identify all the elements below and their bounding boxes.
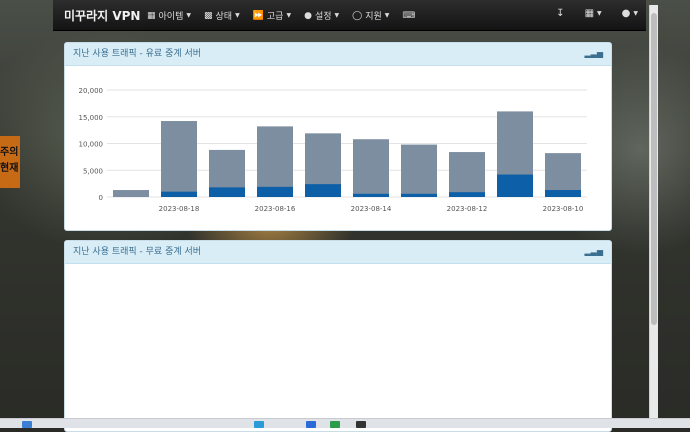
user-menu-icon: ● — [621, 8, 631, 19]
menu-item-support[interactable]: ◯ 지원 ▼ — [352, 9, 390, 23]
bar-paid — [497, 174, 533, 197]
headphones-icon: ◯ — [352, 10, 363, 21]
menu-item-advanced[interactable]: ⏩ 고급 ▼ — [252, 9, 292, 23]
bar-chart-icon: ▩ — [203, 10, 213, 21]
bar-paid — [449, 192, 485, 197]
caret-down-icon: ▼ — [633, 10, 638, 17]
menu-item-label: 지원 — [365, 12, 382, 22]
menu-item-keyboard[interactable]: ⌨ — [402, 9, 418, 22]
x-tick-label: 2023-08-14 — [351, 205, 392, 213]
free-relay-traffic-panel: 지난 사용 트래픽 - 무료 중계 서버 ▂▃▅ — [64, 240, 612, 432]
bar-total — [113, 190, 149, 197]
y-tick-label: 5,000 — [83, 167, 103, 175]
grid-menu-button[interactable]: ▦ ▼ — [585, 8, 602, 19]
bar-total — [161, 121, 197, 197]
caret-down-icon: ▼ — [334, 12, 340, 19]
y-tick-label: 10,000 — [79, 141, 104, 149]
menu-item-settings[interactable]: ● 설정 ▼ — [304, 9, 340, 23]
nav-menu: ▦ 아이템 ▼ ▩ 상태 ▼ ⏩ 고급 ▼ ● 설정 ▼ ◯ 지원 ▼ ⌨ — [147, 9, 431, 23]
bar-total — [449, 152, 485, 197]
bar-paid — [257, 186, 293, 197]
download-button[interactable]: ↧ — [556, 8, 564, 19]
traffic-bar-chart: 0 5,000 10,000 15,000 20,000 2023-08-18 2023-0… — [79, 87, 587, 213]
bar-total — [353, 139, 389, 197]
bar-paid — [209, 187, 245, 197]
menu-item-label: 고급 — [266, 12, 284, 22]
panel-header: 지난 사용 트래픽 - 무료 중계 서버 ▂▃▅ — [65, 241, 611, 264]
caret-down-icon: ▼ — [235, 12, 240, 19]
caret-down-icon: ▼ — [286, 12, 292, 19]
side-notice-tab[interactable]: 주의 현재 — [0, 136, 20, 188]
x-tick-label: 2023-08-10 — [543, 205, 584, 213]
menu-item-label: 상태 — [215, 12, 233, 22]
grid-icon: ▦ — [147, 10, 156, 21]
navbar-right-icons: ↧ ▦ ▼ ● ▼ — [536, 8, 638, 19]
traffic-chart: 0 5,000 10,000 15,000 20,000 2023-08-18 2023-0… — [65, 66, 611, 230]
panel-title: 지난 사용 트래픽 - 무료 중계 서버 — [73, 247, 202, 257]
menu-item-status[interactable]: ▩ 상태 ▼ — [203, 9, 240, 23]
signal-icon: ▂▃▅ — [584, 247, 603, 256]
caret-down-icon: ▼ — [384, 12, 390, 19]
side-tab-line1: 주의 — [0, 147, 19, 158]
panel-title: 지난 사용 트래픽 - 유료 중계 서버 — [73, 49, 202, 59]
menu-item-items[interactable]: ▦ 아이템 ▼ — [147, 9, 191, 23]
user-menu-button[interactable]: ● ▼ — [622, 8, 638, 19]
bar-paid — [401, 193, 437, 197]
user-icon: ● — [304, 10, 312, 21]
scrollbar-thumb[interactable] — [651, 13, 657, 325]
menu-item-label: 아이템 — [158, 12, 184, 22]
caret-down-icon: ▼ — [597, 10, 602, 17]
x-tick-label: 2023-08-18 — [159, 205, 200, 213]
bar-paid — [353, 193, 389, 197]
brand-title[interactable]: 미꾸라지 VPN — [64, 7, 140, 24]
fast-forward-icon: ⏩ — [252, 10, 264, 21]
side-tab-line2: 현재 — [0, 163, 19, 174]
bar-total — [401, 144, 437, 197]
bar-paid — [161, 191, 197, 197]
x-tick-label: 2023-08-16 — [255, 205, 296, 213]
caret-down-icon: ▼ — [186, 12, 191, 19]
top-navbar: 미꾸라지 VPN ▦ 아이템 ▼ ▩ 상태 ▼ ⏩ 고급 ▼ ● 설정 ▼ ◯ … — [53, 0, 646, 31]
panel-header: 지난 사용 트래픽 - 유료 중계 서버 ▂▃▅ — [65, 43, 611, 66]
download-icon: ↧ — [556, 8, 565, 19]
menu-item-label: 설정 — [314, 12, 332, 22]
y-tick-label: 0 — [99, 194, 103, 202]
vertical-scrollbar[interactable] — [649, 5, 658, 425]
y-tick-label: 20,000 — [79, 87, 104, 95]
bar-paid — [305, 184, 341, 197]
x-tick-label: 2023-08-12 — [447, 205, 488, 213]
bar-paid — [545, 190, 581, 197]
paid-relay-traffic-panel: 지난 사용 트래픽 - 유료 중계 서버 ▂▃▅ 0 5,000 10,000 15,… — [64, 42, 612, 231]
signal-icon: ▂▃▅ — [584, 49, 603, 58]
grid-menu-icon: ▦ — [584, 8, 595, 19]
keyboard-icon: ⌨ — [402, 10, 416, 21]
y-tick-label: 15,000 — [79, 114, 104, 122]
bar-total — [257, 126, 293, 197]
